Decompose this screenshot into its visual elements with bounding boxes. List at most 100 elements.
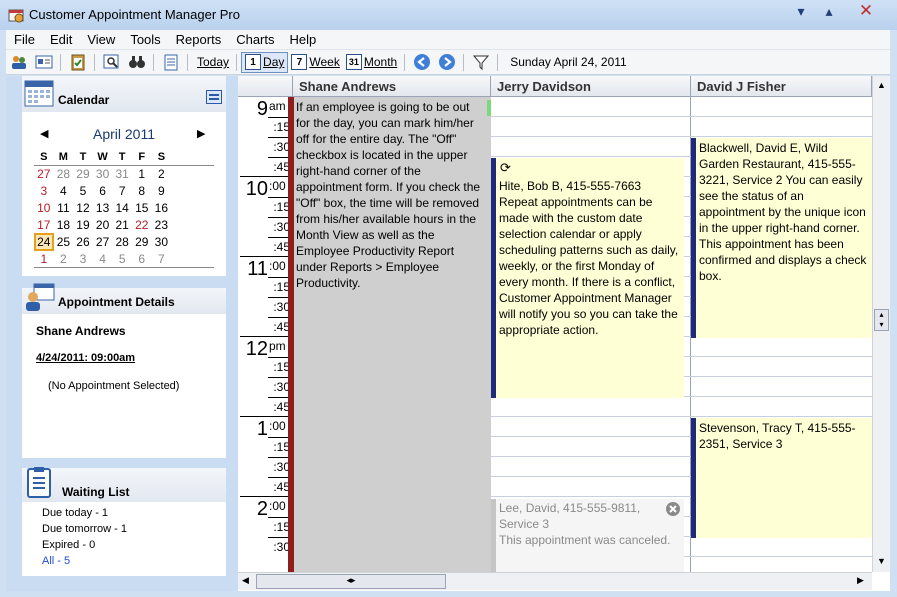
appointment-lee-canceled[interactable]: Lee, David, 415-555-9811, Service 3 This…	[491, 499, 684, 572]
menu-file[interactable]: File	[6, 32, 42, 47]
calendar-day[interactable]: 27	[34, 167, 54, 181]
search-icon[interactable]	[103, 53, 121, 71]
horizontal-scrollbar[interactable]: ◀ ◂▸ ▶	[238, 572, 872, 590]
appointment-datetime-link[interactable]: 4/24/2011: 09:00am	[36, 352, 135, 364]
filter-icon[interactable]	[472, 53, 490, 71]
calendar-day[interactable]: 30	[93, 167, 113, 181]
calendar-day[interactable]: 3	[73, 252, 93, 266]
list-icon[interactable]	[162, 53, 180, 71]
appointment-details-title: Appointment Details	[58, 295, 175, 309]
calendar-day[interactable]: 16	[152, 201, 172, 215]
close-icon[interactable]: ✕	[853, 1, 879, 20]
appointment-stevenson[interactable]: Stevenson, Tracy T, 415-555-2351, Servic…	[691, 418, 872, 538]
maximize-icon[interactable]: ▴	[816, 2, 842, 20]
calendar-day[interactable]: 26	[73, 235, 93, 249]
calendar-day[interactable]: 2	[152, 167, 172, 181]
day-view-button[interactable]: 1 Day	[241, 51, 289, 73]
employee-header-david[interactable]: David J Fisher	[691, 76, 872, 97]
calendar-day[interactable]: 27	[93, 235, 113, 249]
menu-help[interactable]: Help	[282, 32, 324, 47]
calendar-day[interactable]: 1	[132, 167, 152, 181]
calendar-day[interactable]: 25	[54, 235, 74, 249]
calendar-week-row: 1234567	[34, 250, 214, 267]
calendar-day[interactable]: 11	[54, 201, 74, 215]
jerry-day-column[interactable]: ⟳ Hite, Bob B, 415-555-7663 Repeat appoi…	[487, 97, 691, 572]
calendar-day[interactable]: 9	[152, 184, 172, 198]
appointment-text: Lee, David, 415-555-9811, Service 3	[499, 501, 641, 531]
calendar-day[interactable]: 29	[73, 167, 93, 181]
shane-day-column[interactable]: If an employee is going to be out for th…	[288, 97, 491, 572]
binoculars-icon[interactable]	[128, 53, 146, 71]
waiting-expired[interactable]: Expired - 0	[42, 539, 95, 551]
menu-reports[interactable]: Reports	[168, 32, 229, 47]
calendar-day[interactable]: 30	[152, 235, 172, 249]
vertical-scroll-thumb[interactable]: ▴ ▾	[874, 309, 889, 331]
customers-icon[interactable]	[10, 53, 28, 71]
calendar-day-today[interactable]: 24	[34, 232, 54, 251]
menu-tools[interactable]: Tools	[122, 32, 167, 47]
forward-arrow-icon[interactable]	[438, 53, 456, 71]
waiting-due-today[interactable]: Due today - 1	[42, 507, 108, 519]
calendar-day[interactable]: 5	[73, 184, 93, 198]
calendar-day[interactable]: 7	[152, 252, 172, 266]
week-view-button[interactable]: 7 Week	[288, 52, 342, 73]
employee-header-shane[interactable]: Shane Andrews	[293, 76, 491, 97]
calendar-day[interactable]: 31	[112, 167, 132, 181]
appointment-hite[interactable]: ⟳ Hite, Bob B, 415-555-7663 Repeat appoi…	[491, 158, 684, 398]
calendar-day[interactable]: 29	[132, 235, 152, 249]
calendar-day[interactable]: 6	[93, 184, 113, 198]
waiting-all-link[interactable]: All - 5	[42, 555, 70, 567]
calendar-day[interactable]: 1	[34, 252, 54, 266]
calendar-day[interactable]: 3	[34, 184, 54, 198]
calendar-day[interactable]: 21	[112, 218, 132, 232]
today-button[interactable]: Today	[192, 52, 232, 73]
collapse-toggle-icon[interactable]	[206, 90, 222, 104]
calendar-day[interactable]: 18	[54, 218, 74, 232]
appointment-note: This appointment was canceled.	[499, 533, 671, 547]
calendar-day[interactable]: 28	[54, 167, 74, 181]
appointment-blackwell[interactable]: Blackwell, David E, Wild Garden Restaura…	[691, 138, 872, 338]
horizontal-scroll-thumb[interactable]: ◂▸	[256, 574, 446, 589]
calendar-day[interactable]: 15	[132, 201, 152, 215]
calendar-day[interactable]: 14	[112, 201, 132, 215]
menu-edit[interactable]: Edit	[42, 32, 79, 47]
calendar-day[interactable]: 7	[112, 184, 132, 198]
calendar-day[interactable]: 12	[73, 201, 93, 215]
day-calendar-icon: 1	[245, 54, 262, 70]
slot-line	[691, 136, 872, 137]
calendar-day[interactable]: 5	[112, 252, 132, 266]
back-arrow-icon[interactable]	[413, 53, 431, 71]
employee-header-jerry[interactable]: Jerry Davidson	[491, 76, 691, 97]
calendar-day[interactable]: 19	[73, 218, 93, 232]
toolbar-separator	[236, 53, 238, 71]
calendar-day[interactable]: 28	[112, 235, 132, 249]
calendar-day[interactable]: 8	[132, 184, 152, 198]
clipboard-icon[interactable]	[69, 53, 87, 71]
scroll-left-icon[interactable]: ◀	[242, 575, 249, 586]
minimize-icon[interactable]: ▾	[788, 2, 814, 20]
slot-line	[491, 156, 691, 157]
calendar-day[interactable]: 6	[132, 252, 152, 266]
calendar-day[interactable]: 22	[132, 218, 152, 232]
david-day-column[interactable]: Blackwell, David E, Wild Garden Restaura…	[691, 97, 872, 572]
month-view-button[interactable]: 31 Month	[343, 52, 400, 73]
appointment-text: Hite, Bob B, 415-555-7663 Repeat appoint…	[499, 179, 679, 337]
calendar-day[interactable]: 4	[54, 184, 74, 198]
scroll-up-icon[interactable]: ▲	[877, 80, 886, 90]
calendar-dow: M	[58, 150, 68, 163]
contact-card-icon[interactable]	[35, 53, 53, 71]
calendar-day[interactable]: 4	[93, 252, 113, 266]
scroll-down-icon[interactable]: ▼	[877, 556, 886, 566]
calendar-day[interactable]: 13	[93, 201, 113, 215]
vertical-scrollbar[interactable]: ▲ ▴ ▾ ▼	[872, 76, 890, 572]
calendar-day[interactable]: 17	[34, 218, 54, 232]
waiting-due-tomorrow[interactable]: Due tomorrow - 1	[42, 523, 127, 535]
next-month-icon[interactable]: ▶	[197, 127, 205, 140]
calendar-day[interactable]: 2	[54, 252, 74, 266]
calendar-day[interactable]: 20	[93, 218, 113, 232]
calendar-day[interactable]: 23	[152, 218, 172, 232]
menu-charts[interactable]: Charts	[228, 32, 281, 47]
menu-view[interactable]: View	[79, 32, 122, 47]
scroll-right-icon[interactable]: ▶	[857, 575, 864, 586]
calendar-day[interactable]: 10	[34, 201, 54, 215]
